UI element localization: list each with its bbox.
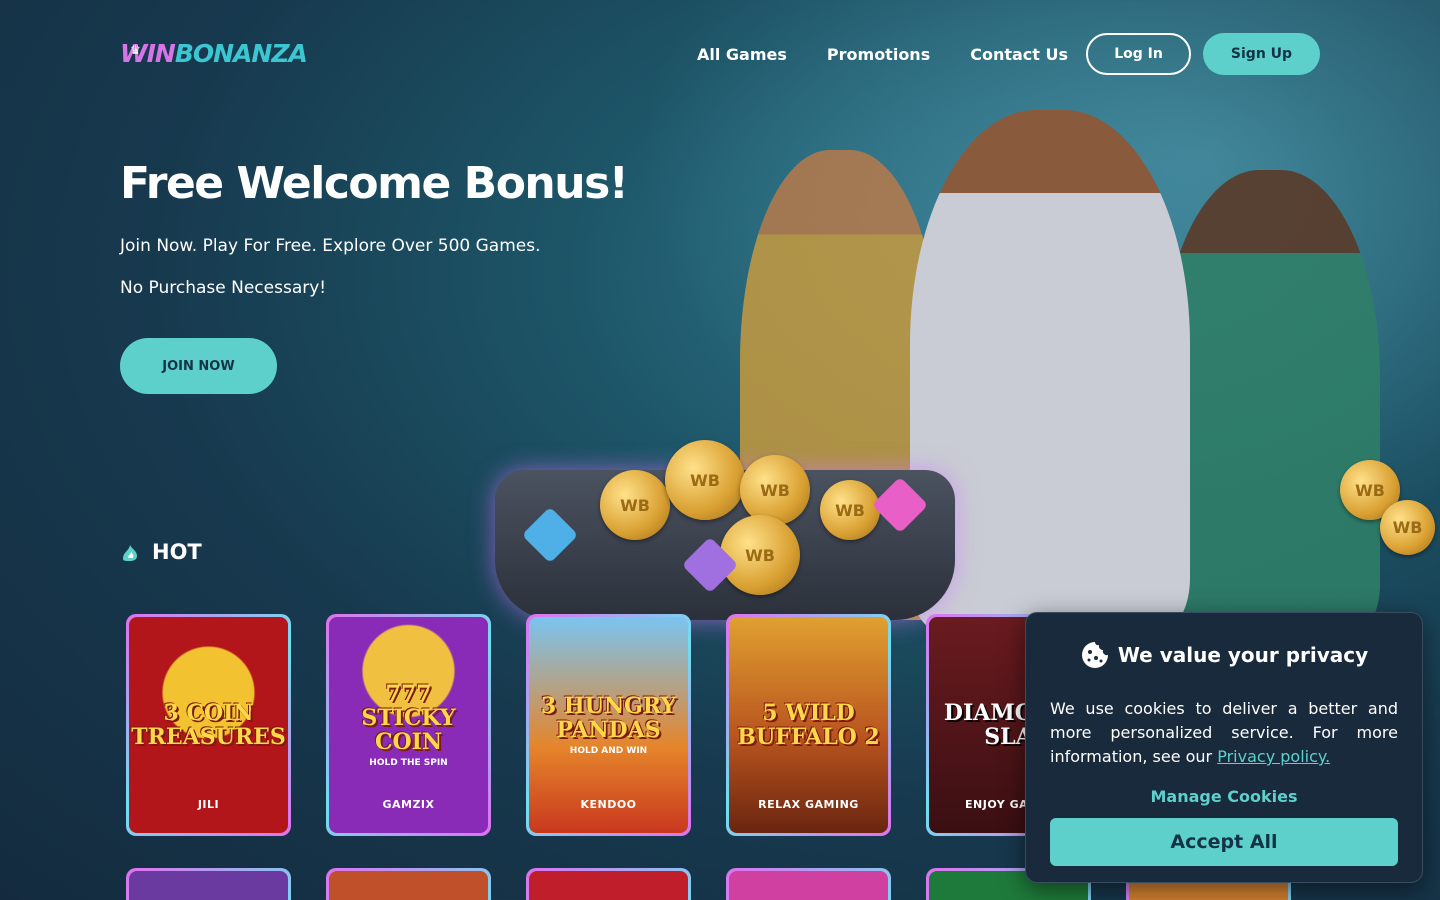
- coin-mark: WB: [1392, 518, 1423, 537]
- game-thumbnail: 5 WILD BUFFALO 2 RELAX GAMING: [729, 617, 888, 833]
- coin-icon: WB: [820, 480, 880, 540]
- coin-mark: WB: [690, 470, 720, 490]
- game-thumbnail: 3 HUNGRY PANDAS HOLD AND WIN KENDOO: [529, 617, 688, 833]
- coin-mark: WB: [835, 500, 865, 520]
- game-provider: RELAX GAMING: [758, 798, 859, 811]
- nav-all-games[interactable]: All Games: [697, 45, 787, 64]
- coin-mark: WB: [745, 545, 775, 565]
- game-card[interactable]: [726, 868, 891, 900]
- logo-text-bonanza: BONANZA: [174, 39, 308, 68]
- game-card[interactable]: [526, 868, 691, 900]
- game-provider: KENDOO: [580, 798, 637, 811]
- game-subtitle: HOLD AND WIN: [569, 746, 648, 756]
- hero-subtitle-secondary: No Purchase Necessary!: [120, 278, 327, 298]
- game-card-5-wild-buffalo-2[interactable]: 5 WILD BUFFALO 2 RELAX GAMING: [726, 614, 891, 836]
- coin-icon: WB: [740, 455, 810, 525]
- logo-text-win: WIN: [120, 39, 176, 68]
- brand-logo[interactable]: ♛ WINBONANZA: [120, 34, 308, 74]
- game-thumbnail: [729, 871, 888, 900]
- game-card-777-sticky-coin[interactable]: 777 STICKY COIN HOLD THE SPIN GAMZIX: [326, 614, 491, 836]
- crown-icon: ♛: [130, 43, 141, 57]
- game-card-3-hungry-pandas[interactable]: 3 HUNGRY PANDAS HOLD AND WIN KENDOO: [526, 614, 691, 836]
- game-thumbnail: 3 COIN TREASURES JILI: [129, 617, 288, 833]
- site-header: ♛ WINBONANZA All Games Promotions Contac…: [0, 0, 1440, 108]
- cookie-title: We value your privacy: [1117, 643, 1369, 667]
- game-thumbnail: [329, 871, 488, 900]
- game-card[interactable]: [326, 868, 491, 900]
- game-title: 5 WILD BUFFALO 2: [737, 700, 880, 750]
- hot-section-header: HOT: [120, 540, 202, 564]
- signup-button[interactable]: Sign Up: [1203, 33, 1320, 75]
- coin-icon: WB: [600, 470, 670, 540]
- character-right: [1160, 170, 1380, 630]
- coin-icon: WB: [720, 515, 800, 595]
- game-card[interactable]: [126, 868, 291, 900]
- game-thumbnail: [529, 871, 688, 900]
- section-title: HOT: [152, 540, 202, 564]
- hero-title: Free Welcome Bonus!: [120, 158, 629, 209]
- flame-icon: [123, 545, 137, 561]
- nav-promotions[interactable]: Promotions: [827, 45, 930, 64]
- coin-mark: WB: [620, 495, 650, 515]
- join-now-button[interactable]: JOIN NOW: [120, 338, 277, 394]
- game-card-3-coin-treasures[interactable]: 3 COIN TREASURES JILI: [126, 614, 291, 836]
- game-thumbnail: [129, 871, 288, 900]
- cookie-icon: [1081, 642, 1108, 668]
- game-thumbnail: 777 STICKY COIN HOLD THE SPIN GAMZIX: [329, 617, 488, 833]
- coin-icon: WB: [1380, 500, 1435, 555]
- game-subtitle: HOLD THE SPIN: [369, 758, 448, 768]
- cookie-message: We use cookies to deliver a better and m…: [1050, 697, 1398, 769]
- cookie-header: We value your privacy: [1050, 635, 1398, 675]
- game-title: 777 STICKY COIN: [361, 681, 456, 755]
- accept-all-button[interactable]: Accept All: [1050, 818, 1398, 866]
- manage-cookies-link[interactable]: Manage Cookies: [1050, 787, 1398, 806]
- login-button[interactable]: Log In: [1086, 33, 1191, 75]
- privacy-policy-link[interactable]: Privacy policy.: [1217, 747, 1330, 766]
- game-provider: JILI: [197, 798, 220, 811]
- game-provider: GAMZIX: [382, 798, 435, 811]
- cookie-consent-dialog: We value your privacy We use cookies to …: [1025, 612, 1423, 883]
- coin-icon: WB: [665, 440, 745, 520]
- game-title: 3 HUNGRY PANDAS: [540, 693, 677, 743]
- nav-contact-us[interactable]: Contact Us: [970, 45, 1068, 64]
- main-nav: All Games Promotions Contact Us: [697, 33, 1068, 75]
- game-title: 3 COIN TREASURES: [131, 700, 286, 750]
- coin-mark: WB: [760, 480, 790, 500]
- coin-mark: WB: [1355, 480, 1385, 500]
- hero-subtitle: Join Now. Play For Free. Explore Over 50…: [120, 236, 541, 256]
